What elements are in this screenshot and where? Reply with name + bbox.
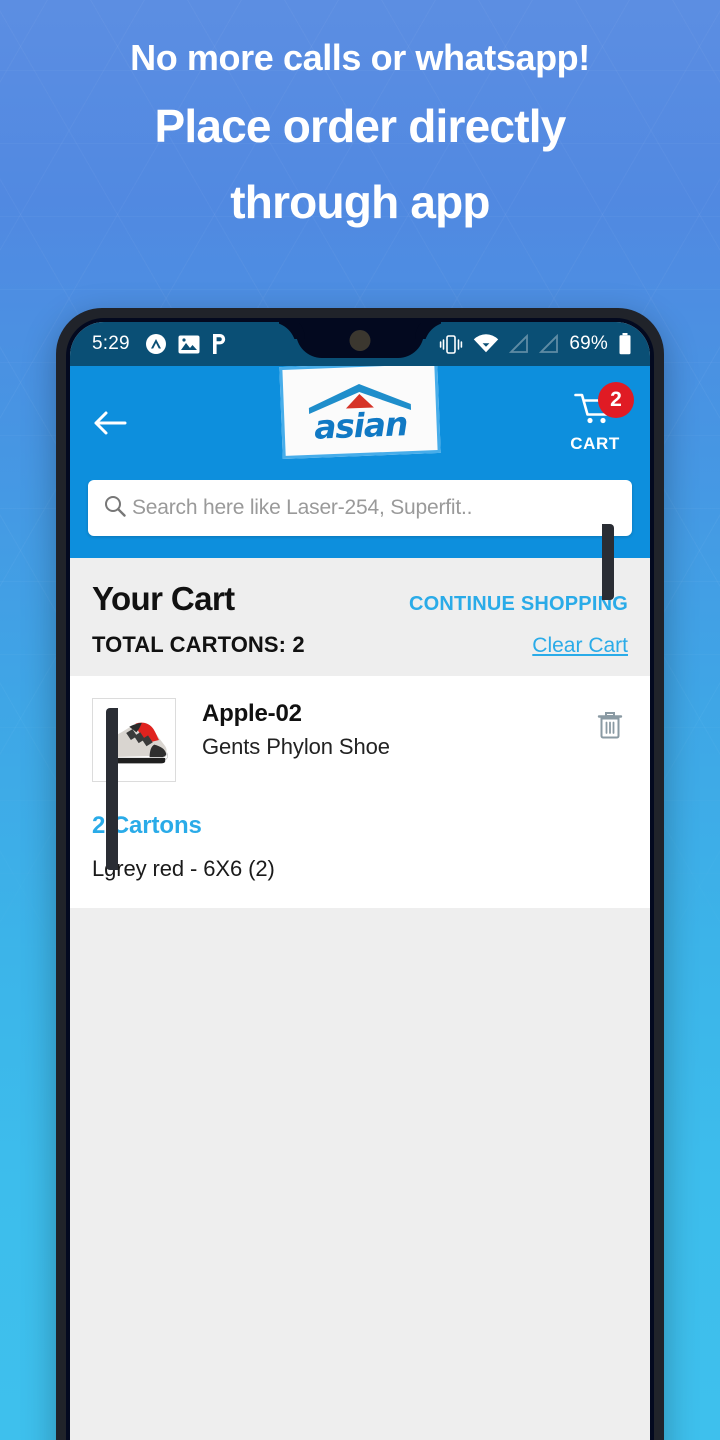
total-cartons-label: TOTAL CARTONS: 2 xyxy=(92,632,305,657)
front-camera xyxy=(349,330,371,351)
page-title: Your Cart xyxy=(92,580,235,617)
item-code: Apple-02 xyxy=(202,700,302,727)
adblock-circle-icon xyxy=(145,333,167,355)
clear-cart-button[interactable]: Clear Cart xyxy=(532,634,628,658)
status-bar-left: 5:29 xyxy=(92,333,227,355)
status-bar-right: 69% xyxy=(439,333,632,355)
promo-line-1: No more calls or whatsapp! xyxy=(130,37,590,78)
cart-header: Your Cart CONTINUE SHOPPING TOTAL CARTON… xyxy=(70,558,650,676)
promo-line-3: through app xyxy=(230,176,490,229)
promo-headline: No more calls or whatsapp! Place order d… xyxy=(0,34,720,236)
cart-label: CART xyxy=(570,434,620,453)
cart-badge-count: 2 xyxy=(598,382,634,418)
gallery-image-icon xyxy=(178,335,200,354)
promo-line-2: Place order directly xyxy=(154,99,567,152)
asian-roof-logo-icon xyxy=(307,381,412,415)
letter-p-app-icon xyxy=(211,333,227,355)
app-bar: asian CART 2 xyxy=(70,361,650,480)
item-variant: Lgrey red - 6X6 (2) xyxy=(92,856,275,881)
promo-background: No more calls or whatsapp! Place order d… xyxy=(0,0,720,1440)
status-time: 5:29 xyxy=(92,333,130,354)
volume-button[interactable] xyxy=(106,708,118,870)
sim1-no-signal-icon xyxy=(509,334,529,354)
item-description: Gents Phylon Shoe xyxy=(202,734,390,759)
status-bar: 5:29 69% xyxy=(70,322,650,366)
power-button[interactable] xyxy=(602,524,614,600)
cart-button[interactable]: CART 2 xyxy=(558,382,634,454)
search-icon xyxy=(104,495,126,522)
asian-brand-logo[interactable]: asian xyxy=(279,361,441,459)
item-quantity: 2 Cartons xyxy=(92,812,202,839)
trash-icon[interactable] xyxy=(596,698,628,745)
battery-full-icon xyxy=(618,333,632,355)
wifi-icon xyxy=(473,334,499,354)
search-input[interactable]: Search here like Laser-254, Superfit.. xyxy=(88,480,632,536)
cart-item-row[interactable]: Apple-02 Gents Phylon Shoe 2 Cartons Lgr… xyxy=(70,676,650,908)
sim2-no-signal-icon xyxy=(539,334,559,354)
cart-empty-space xyxy=(70,908,650,1440)
phone-bezel: 5:29 69% asian CART 2 Search here like L… xyxy=(66,318,654,1440)
continue-shopping-button[interactable]: CONTINUE SHOPPING xyxy=(409,593,628,616)
phone-screen: 5:29 69% asian CART 2 Search here like L… xyxy=(70,322,650,1440)
sneaker-shoe-thumbnail[interactable] xyxy=(92,698,176,782)
search-zone: Search here like Laser-254, Superfit.. xyxy=(70,480,650,558)
battery-percent: 69% xyxy=(569,333,608,354)
phone-device-frame: 5:29 69% asian CART 2 Search here like L… xyxy=(56,308,664,1440)
search-placeholder: Search here like Laser-254, Superfit.. xyxy=(132,496,473,519)
back-arrow-icon[interactable] xyxy=(88,401,132,445)
